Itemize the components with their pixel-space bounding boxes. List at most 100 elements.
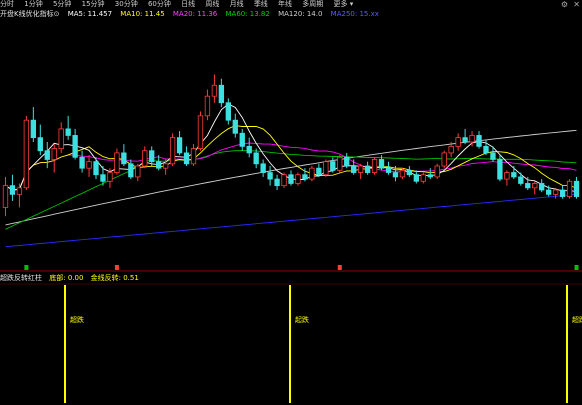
candle-body: [559, 189, 566, 197]
candle-body: [114, 152, 120, 173]
candle-body: [204, 95, 211, 117]
sub-indicator-title[interactable]: 超跌反转红柱: [0, 274, 42, 282]
sub-value-2: 金线反转: 0.51: [90, 274, 139, 282]
candle-body: [128, 163, 134, 178]
candle-body: [100, 174, 106, 182]
candle-body: [545, 189, 552, 195]
candle-body: [260, 163, 266, 173]
signal-bar: [566, 285, 568, 403]
candle-body: [253, 152, 259, 165]
signal-bar: [289, 285, 291, 403]
signal-marker: [114, 265, 119, 270]
signal-marker: [574, 265, 579, 270]
candle-body: [525, 183, 531, 189]
candle-body: [149, 150, 155, 163]
candle-body: [169, 137, 176, 165]
candle-body: [218, 84, 225, 104]
candle-body: [364, 165, 371, 173]
price-chart[interactable]: 超跌 起跌 超跌: [0, 0, 582, 405]
candle-body: [490, 152, 496, 160]
candle-body: [573, 180, 580, 197]
candle-body: [448, 145, 454, 154]
candle-body: [357, 165, 364, 173]
candle-body: [399, 169, 406, 178]
sub-value-1: 底部: 0.00: [49, 274, 84, 282]
signal-label: 起跌: [295, 315, 309, 324]
candle-body: [302, 174, 308, 180]
candle-body: [23, 119, 30, 189]
candle-body: [162, 163, 169, 169]
candle-body: [434, 165, 440, 178]
candle-body: [37, 137, 43, 152]
candle-body: [58, 128, 64, 149]
candle-body: [9, 185, 16, 195]
sub-indicator-bar: 超跌反转红柱 底部: 0.00 金线反转: 0.51: [0, 273, 582, 284]
candle-body: [65, 128, 71, 136]
signal-label: 超跌: [572, 315, 582, 324]
candle-body: [323, 161, 329, 176]
candle-body: [427, 174, 433, 178]
candle-body: [281, 174, 287, 187]
ma250-line: [5, 193, 577, 248]
signal-bar: [64, 285, 66, 403]
candle-body: [142, 150, 148, 167]
candle-body: [239, 132, 245, 147]
candle-body: [511, 172, 517, 178]
candle-body: [156, 161, 162, 169]
candle-body: [309, 167, 315, 180]
candle-body: [413, 174, 420, 182]
candle-body: [2, 185, 9, 208]
signal-marker: [337, 265, 342, 270]
candle-body: [121, 152, 127, 165]
candle-body: [288, 174, 294, 184]
candle-body: [79, 156, 85, 169]
candle-body: [497, 159, 503, 180]
candle-body: [337, 156, 343, 171]
candle-body: [44, 150, 50, 160]
candle-body: [504, 172, 510, 180]
candle-body: [232, 119, 238, 134]
candle-body: [483, 145, 489, 154]
candle-body: [392, 172, 399, 178]
candle-body: [197, 115, 204, 149]
candle-body: [295, 174, 301, 184]
candle-body: [86, 161, 92, 169]
candle-body: [93, 161, 99, 176]
candle-body: [246, 145, 252, 154]
candle-body: [267, 172, 273, 180]
candle-body: [552, 189, 559, 195]
candle-body: [351, 165, 357, 173]
candle-body: [135, 165, 141, 178]
candle-body: [378, 159, 385, 169]
chart-window: 分时 1分钟 5分钟 15分钟 30分钟 60分钟 日线 周线 月线 季线 年线…: [0, 0, 582, 405]
candle-body: [30, 119, 37, 139]
candle-body: [344, 156, 350, 167]
candle-body: [51, 148, 57, 160]
candle-body: [72, 135, 78, 158]
candle-body: [518, 176, 524, 184]
candle-body: [469, 135, 475, 143]
candle-body: [441, 152, 447, 167]
candle-body: [476, 135, 482, 147]
signal-marker: [24, 265, 29, 270]
candle-body: [211, 84, 218, 97]
signal-label: 超跌: [70, 315, 84, 324]
candle-body: [107, 172, 113, 182]
candle-body: [183, 152, 190, 165]
candle-body: [566, 180, 573, 197]
candle-body: [420, 174, 426, 182]
candle-body: [462, 137, 468, 143]
candle-body: [385, 167, 392, 173]
candle-body: [371, 159, 378, 173]
candle-body: [16, 187, 23, 195]
candle-body: [532, 183, 538, 189]
candle-body: [176, 137, 183, 154]
candle-body: [455, 137, 461, 147]
candle-body: [316, 167, 322, 176]
candle-body: [190, 148, 197, 165]
candle-body: [274, 178, 280, 187]
candle-body: [330, 161, 336, 171]
candle-body: [539, 183, 545, 191]
candle-body: [225, 102, 231, 121]
candle-body: [406, 169, 413, 176]
